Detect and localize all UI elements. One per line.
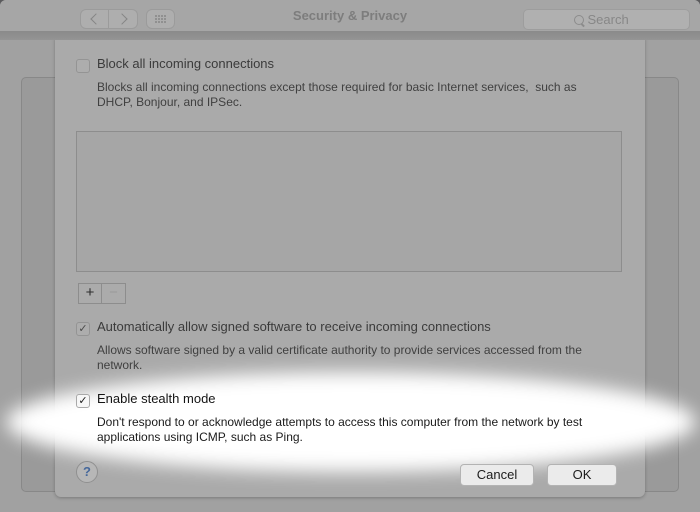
block-incoming-desc-line1: Blocks all incoming connections except t… bbox=[97, 80, 577, 94]
forward-button[interactable] bbox=[109, 9, 138, 29]
cancel-button[interactable]: Cancel bbox=[460, 464, 534, 486]
nav-buttons bbox=[80, 9, 138, 29]
block-incoming-label[interactable]: Block all incoming connections bbox=[97, 56, 274, 71]
stealth-mode-checkbox[interactable]: ✓ bbox=[76, 394, 90, 408]
list-edit-controls: + − bbox=[78, 283, 126, 304]
search-field[interactable] bbox=[523, 9, 690, 30]
stealth-mode-desc-line2: applications using ICMP, such as Ping. bbox=[97, 430, 303, 444]
magnifier-icon bbox=[573, 14, 584, 25]
grid-icon bbox=[155, 15, 166, 23]
ok-button[interactable]: OK bbox=[547, 464, 617, 486]
auto-allow-desc-line1: Allows software signed by a valid certif… bbox=[97, 343, 582, 357]
stealth-mode-label[interactable]: Enable stealth mode bbox=[97, 391, 216, 406]
back-button[interactable] bbox=[80, 9, 109, 29]
help-button[interactable]: ? bbox=[76, 461, 98, 483]
block-incoming-checkbox[interactable] bbox=[76, 59, 90, 73]
system-preferences-window: Security & Privacy Block all incoming co… bbox=[0, 0, 700, 512]
block-incoming-desc-line2: DHCP, Bonjour, and IPSec. bbox=[97, 95, 243, 109]
show-all-button[interactable] bbox=[146, 9, 175, 29]
toolbar-shadow-strip bbox=[0, 31, 700, 40]
chevron-left-icon bbox=[90, 13, 102, 25]
auto-allow-checkbox[interactable]: ✓ bbox=[76, 322, 90, 336]
search-input[interactable] bbox=[587, 12, 640, 27]
stealth-mode-desc-line1: Don't respond to or acknowledge attempts… bbox=[97, 415, 583, 429]
auto-allow-label[interactable]: Automatically allow signed software to r… bbox=[97, 319, 491, 334]
chevron-right-icon bbox=[115, 13, 128, 25]
add-app-button[interactable]: + bbox=[78, 283, 102, 304]
remove-app-button[interactable]: − bbox=[102, 283, 126, 304]
auto-allow-desc-line2: network. bbox=[97, 358, 143, 372]
allowed-apps-list[interactable] bbox=[76, 131, 622, 272]
